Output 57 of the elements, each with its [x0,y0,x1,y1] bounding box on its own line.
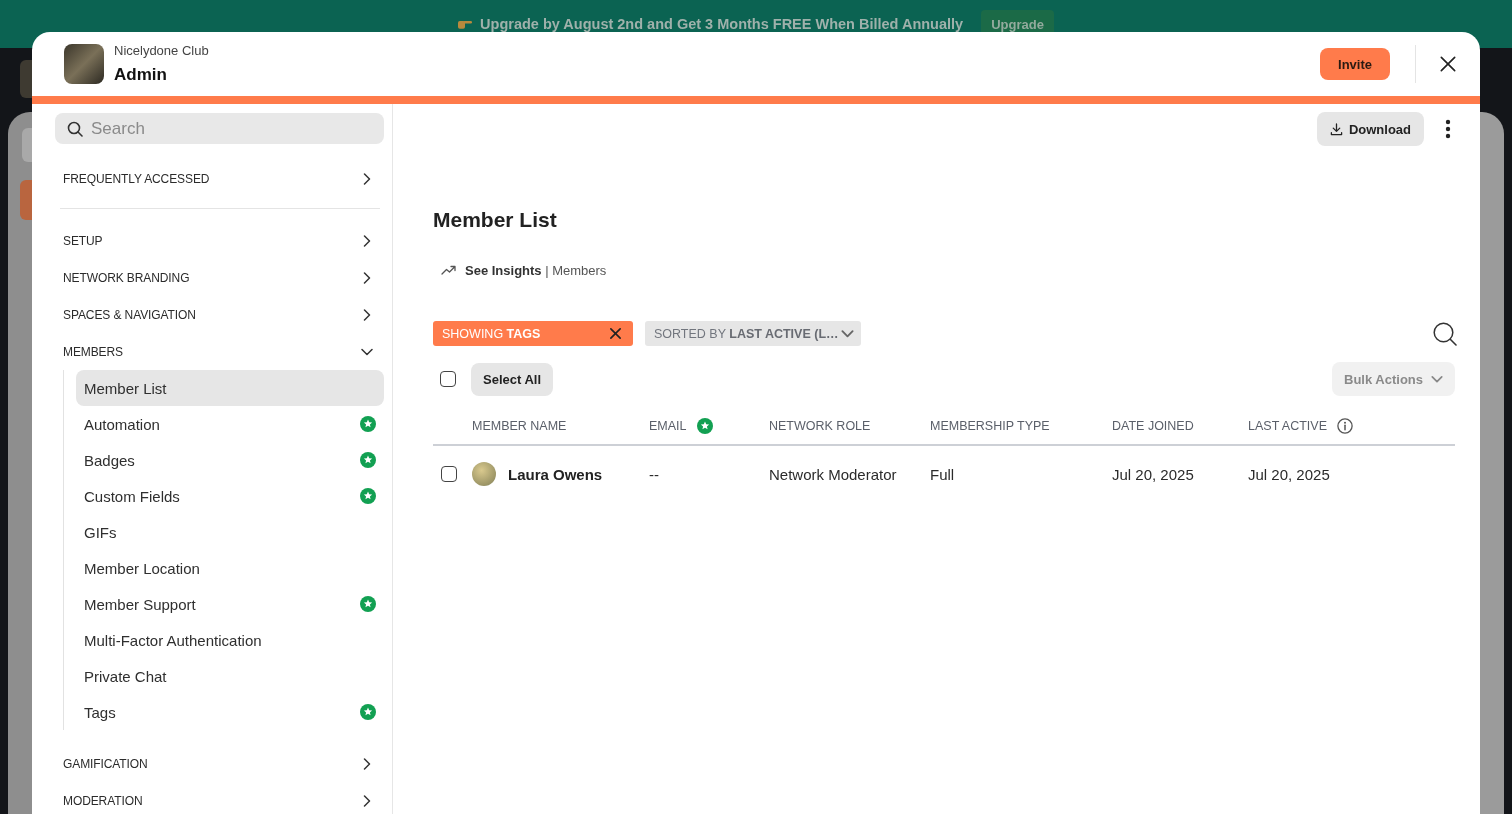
dimmed-tile [20,180,32,220]
sidebar-item[interactable]: Badges [76,442,384,478]
sidebar-item[interactable]: Private Chat [76,658,384,694]
column-header: MEMBERSHIP TYPE [930,419,1050,433]
column-header: NETWORK ROLE [769,419,871,433]
sidebar-section[interactable]: SPACES & NAVIGATION [55,296,384,333]
modal-title: Admin [114,65,167,85]
table-cell: Jul 20, 2025 [1248,465,1330,483]
info-icon[interactable] [1336,418,1353,434]
select-all-button[interactable]: Select All [471,362,554,396]
column-header: LAST ACTIVE [1248,419,1327,433]
invite-button[interactable]: Invite [1320,48,1390,80]
close-icon[interactable] [1438,54,1458,74]
promo-text: Upgrade by August 2nd and Get 3 Months FREE When Billed Annually [480,16,964,32]
dimmed-photo [20,60,32,98]
insights-link[interactable]: See Insights | Members [465,262,607,278]
sidebar-item[interactable]: Member List [76,370,384,406]
sidebar-item[interactable]: Custom Fields [76,478,384,514]
sidebar-section[interactable]: SETUP [55,222,384,259]
table-cell: Full [930,465,955,483]
sidebar-section[interactable]: GAMIFICATION [55,745,384,782]
checkbox[interactable] [440,371,456,387]
table-cell: Jul 20, 2025 [1112,465,1194,483]
dimmed-tile [22,128,32,162]
table-cell: -- [649,465,659,483]
column-header: DATE JOINED [1112,419,1194,433]
more-options-icon[interactable] [1445,119,1451,139]
sidebar-item[interactable]: Automation [76,406,384,442]
sidebar-section[interactable]: MEMBERS [55,333,384,370]
checkbox[interactable] [441,466,457,482]
search-field[interactable]: Search [55,113,384,144]
sidebar-item[interactable]: GIFs [76,514,384,550]
trend-up-icon [441,265,456,275]
search-icon [67,120,83,137]
close-icon[interactable] [609,327,622,340]
chevron-down-icon [1431,374,1443,384]
sidebar-section[interactable]: FREQUENTLY ACCESSED [55,160,384,197]
sidebar-item[interactable]: Tags [76,694,384,730]
member-name[interactable]: Laura Owens [508,465,603,483]
download-button[interactable]: Download [1316,112,1424,146]
download-icon [1329,122,1343,136]
search-icon[interactable] [1433,321,1457,346]
sidebar-item[interactable]: Member Support [76,586,384,622]
page-title: Member List [433,207,557,233]
column-header: EMAIL [649,419,687,433]
sort-dropdown[interactable]: SORTED BY LAST ACTIVE (L… [645,321,861,346]
sidebar-section[interactable]: NETWORK BRANDING [55,259,384,296]
column-header: MEMBER NAME [472,419,567,433]
chevron-down-icon [840,328,854,339]
sidebar-item[interactable]: Member Location [76,550,384,586]
avatar [472,462,496,486]
table-cell: Network Moderator [769,465,897,483]
sidebar-section[interactable]: MODERATION [55,782,384,814]
pointing-hand-icon [458,19,473,29]
network-name: Nicelydone Club [114,43,209,59]
logo-photo [64,44,104,84]
sidebar-item[interactable]: Multi-Factor Authentication [76,622,384,658]
